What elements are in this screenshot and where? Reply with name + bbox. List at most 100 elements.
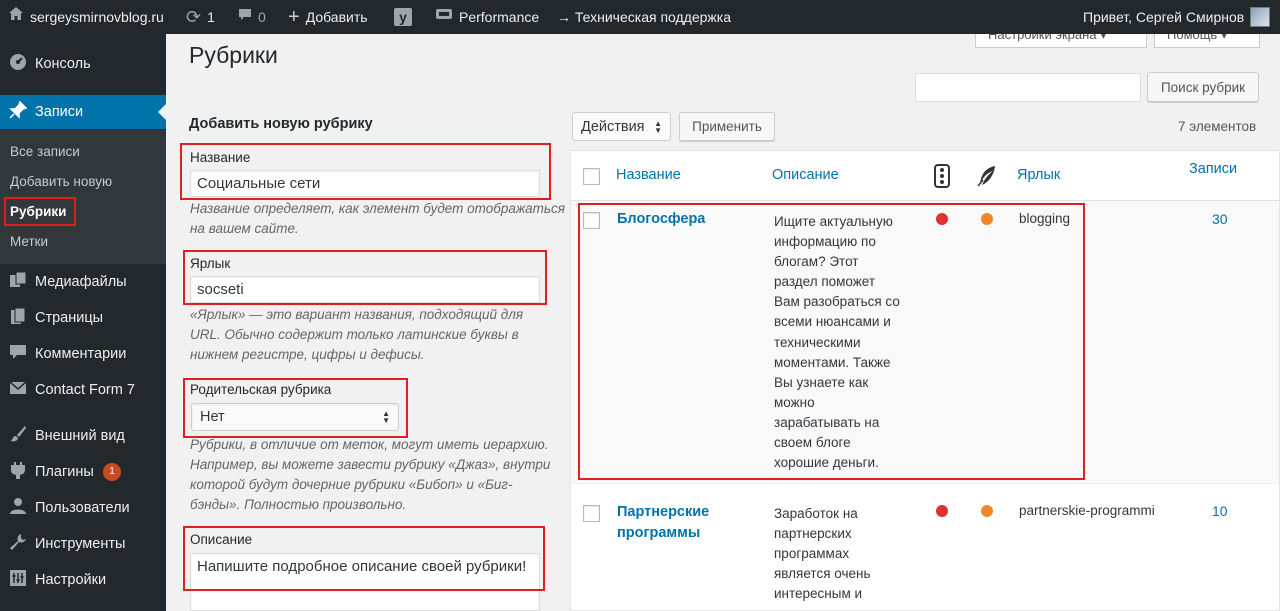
column-posts[interactable]: Записи — [1189, 161, 1237, 177]
comments-count: 0 — [258, 9, 266, 25]
sidebar-item-plugins[interactable]: Плагины 1 — [0, 455, 166, 489]
performance-icon — [435, 0, 453, 34]
sidebar-label: Contact Form 7 — [35, 382, 135, 398]
sidebar-label: Комментарии — [35, 346, 127, 362]
avatar — [1250, 7, 1271, 27]
admin-sidebar: Консоль Записи Все записи Добавить новую… — [0, 34, 166, 611]
category-name-line: Партнерские — [617, 504, 710, 520]
name-hint: Название определяет, как элемент будет о… — [190, 199, 565, 239]
parent-select[interactable]: Нет ▲ ▼ — [191, 403, 399, 431]
slug-hint: «Ярлык» — это вариант названия, подходящ… — [190, 305, 523, 365]
pages-icon — [8, 307, 28, 330]
highlight-box-category-row — [578, 203, 1085, 480]
submenu-add-new[interactable]: Добавить новую — [10, 174, 112, 189]
category-link[interactable]: Партнерские программы — [617, 502, 709, 544]
sidebar-label: Инструменты — [35, 536, 126, 552]
select-arrows-icon: ▲ ▼ — [654, 118, 662, 135]
updates-count: 1 — [207, 9, 215, 25]
sidebar-label: Внешний вид — [35, 428, 125, 444]
user-icon — [8, 497, 28, 520]
updates-link[interactable]: ⟳ 1 — [186, 0, 215, 34]
pushpin-icon — [8, 100, 28, 124]
sidebar-label: Консоль — [35, 56, 91, 72]
posts-count-link[interactable]: 10 — [1212, 503, 1228, 519]
greeting-label: Привет, Сергей Смирнов — [1083, 9, 1245, 25]
performance-link[interactable]: Performance — [435, 0, 539, 34]
search-categories-button[interactable]: Поиск рубрик — [1147, 72, 1259, 102]
hint-line: Название определяет, как элемент будет о… — [190, 201, 565, 216]
sidebar-item-pages[interactable]: Страницы — [0, 301, 166, 335]
slug-label: Ярлык — [190, 256, 231, 271]
desc-line: является очень — [774, 566, 871, 582]
sidebar-item-dashboard[interactable]: Консоль — [0, 47, 166, 81]
submenu-tags[interactable]: Метки — [10, 234, 48, 249]
sidebar-item-contact-form[interactable]: Contact Form 7 — [0, 373, 166, 407]
hint-line: бэнды». Полностью произвольно. — [190, 497, 407, 512]
yoast-link[interactable]: y — [394, 0, 412, 34]
select-arrows-icon: ▲ ▼ — [382, 409, 390, 425]
refresh-icon: ⟳ — [186, 7, 202, 27]
highlight-box-categories — [4, 197, 76, 226]
sidebar-item-media[interactable]: Медиафайлы — [0, 265, 166, 299]
hint-line: «Ярлык» — это вариант названия, подходящ… — [190, 307, 524, 322]
desc-line: программах — [774, 546, 850, 562]
submenu-all-posts[interactable]: Все записи — [10, 144, 80, 159]
hint-line: Рубрики, в отличие от меток, могут иметь… — [190, 437, 549, 452]
hint-line: URL. Обычно содержит только латинские бу… — [190, 327, 519, 342]
desc-line: Заработок на — [774, 506, 858, 521]
hint-line: нижнем регистре, цифры и дефисы. — [190, 347, 425, 362]
settings-sliders-icon — [8, 569, 28, 592]
sidebar-label: Пользователи — [35, 500, 130, 516]
page-title: Рубрики — [189, 42, 278, 68]
items-count: 7 элементов — [1178, 119, 1257, 134]
bulk-actions-select[interactable]: Действия ▲ ▼ — [572, 112, 671, 141]
help-tab[interactable]: Помощь ▾ — [1154, 34, 1260, 48]
sidebar-item-posts[interactable]: Записи — [0, 95, 166, 129]
posts-count-link[interactable]: 30 — [1212, 211, 1228, 227]
user-account-menu[interactable]: Привет, Сергей Смирнов — [1083, 0, 1271, 34]
sidebar-item-comments[interactable]: Комментарии — [0, 337, 166, 371]
sidebar-item-settings[interactable]: Настройки — [0, 563, 166, 597]
plugins-update-badge: 1 — [103, 463, 121, 481]
home-icon — [8, 0, 24, 34]
wrench-icon — [8, 533, 28, 556]
plug-icon — [8, 461, 28, 484]
category-description: Заработок на партнерских программах явля… — [774, 504, 914, 604]
desc-line: интересным и — [774, 586, 863, 602]
sidebar-label: Страницы — [35, 310, 104, 326]
row-checkbox[interactable] — [583, 505, 600, 522]
bulk-actions-value: Действия — [581, 118, 645, 135]
desc-line: партнерских — [774, 526, 852, 542]
sidebar-label: Медиафайлы — [35, 274, 127, 290]
add-new-link[interactable]: + Добавить — [288, 0, 368, 34]
support-link[interactable]: → Техническая поддержка — [557, 0, 731, 34]
site-link[interactable]: sergeysmirnovblog.ru — [8, 0, 164, 34]
name-input[interactable]: Социальные сети — [190, 170, 540, 197]
sidebar-item-appearance[interactable]: Внешний вид — [0, 419, 166, 453]
readability-dot — [981, 505, 993, 517]
help-label: Помощь ▾ — [1167, 34, 1228, 42]
parent-hint: Рубрики, в отличие от меток, могут иметь… — [190, 435, 550, 515]
hint-line: на вашем сайте. — [190, 221, 299, 236]
envelope-icon — [8, 380, 28, 400]
apply-button[interactable]: Применить — [679, 112, 775, 141]
paintbrush-icon — [8, 425, 28, 448]
column-name[interactable]: Название — [616, 167, 681, 183]
column-slug[interactable]: Ярлык — [1017, 167, 1060, 183]
comments-link[interactable]: 0 — [238, 0, 266, 34]
sidebar-item-users[interactable]: Пользователи — [0, 491, 166, 525]
select-all-checkbox[interactable] — [583, 168, 600, 185]
sidebar-item-tools[interactable]: Инструменты — [0, 527, 166, 561]
hint-line: которой будут дочерние рубрики «Бибоп» и… — [190, 477, 513, 492]
seo-score-column-icon — [934, 164, 950, 188]
search-categories-input[interactable] — [915, 73, 1141, 102]
comment-bubble-icon — [238, 0, 252, 34]
media-icon — [8, 271, 28, 294]
slug-input[interactable]: socseti — [190, 276, 540, 303]
screen-options-tab[interactable]: Настройки экрана ▾ — [975, 34, 1147, 48]
column-description[interactable]: Описание — [772, 167, 839, 183]
row-divider — [571, 483, 1279, 484]
screen-options-label: Настройки экрана ▾ — [988, 34, 1107, 42]
add-new-label: Добавить — [305, 9, 368, 25]
parent-label: Родительская рубрика — [190, 382, 332, 397]
